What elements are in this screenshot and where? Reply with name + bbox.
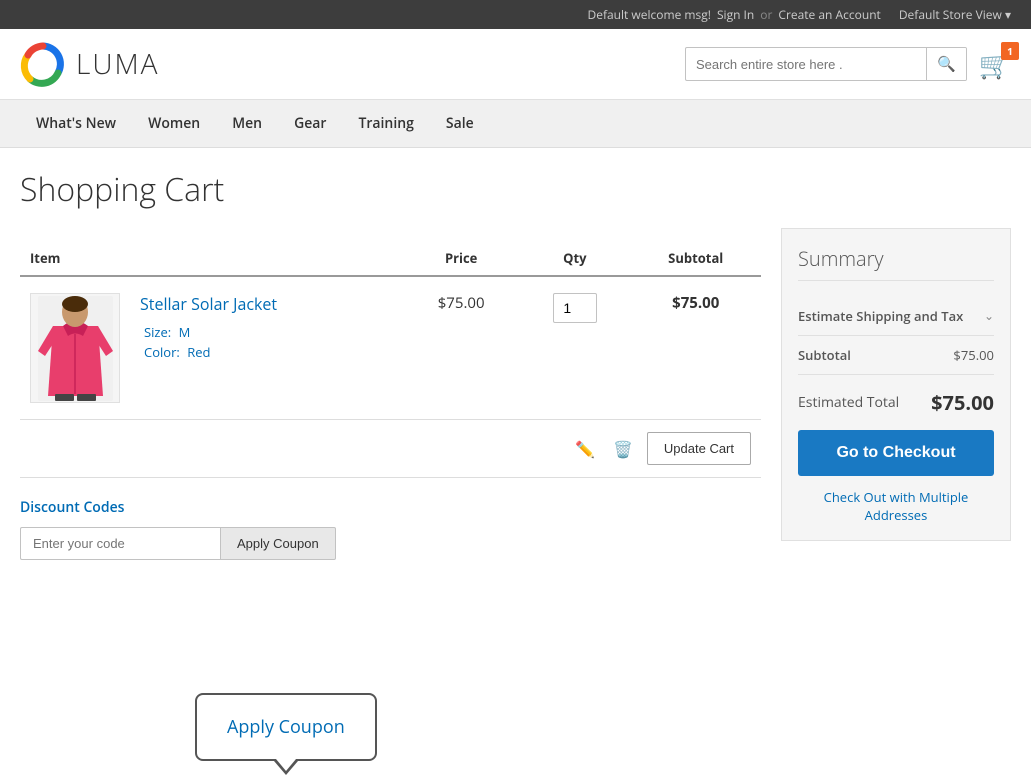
summary-panel: Summary Estimate Shipping and Tax ⌄ Subt… xyxy=(781,228,1011,541)
multi-address-link[interactable]: Check Out with Multiple Addresses xyxy=(798,488,994,524)
product-color: Color: Red xyxy=(140,343,393,361)
qty-input[interactable] xyxy=(553,293,597,323)
nav-item-gear[interactable]: Gear xyxy=(278,100,342,147)
jacket-svg xyxy=(33,296,118,401)
qty-col-header: Qty xyxy=(519,241,630,276)
table-row: Stellar Solar Jacket Size: M Color: Red … xyxy=(20,276,761,420)
summary-shipping-row[interactable]: Estimate Shipping and Tax ⌄ xyxy=(798,297,994,336)
discount-section: Discount Codes Apply Coupon xyxy=(20,498,761,560)
logo-area: LUMA xyxy=(20,41,159,87)
product-qty-cell xyxy=(519,276,630,420)
nav-item-men[interactable]: Men xyxy=(216,100,278,147)
page-title: Shopping Cart xyxy=(20,168,761,221)
search-input[interactable] xyxy=(686,57,926,72)
apply-coupon-tooltip: Apply Coupon xyxy=(195,693,377,761)
summary-subtotal-row: Subtotal $75.00 xyxy=(798,336,994,375)
total-label: Estimated Total xyxy=(798,393,899,412)
cart-table-header: Item Price Qty Subtotal xyxy=(20,241,761,276)
nav-item-women[interactable]: Women xyxy=(132,100,216,147)
or-separator: or xyxy=(760,6,772,23)
nav-item-whats-new[interactable]: What's New xyxy=(20,100,132,147)
product-image xyxy=(30,293,120,403)
update-cart-button[interactable]: Update Cart xyxy=(647,432,751,465)
nav-item-training[interactable]: Training xyxy=(342,100,429,147)
main-nav: What's New Women Men Gear Training Sale xyxy=(0,100,1031,148)
coupon-input[interactable] xyxy=(20,527,220,560)
cart-area: Shopping Cart Item Price Qty Subtotal xyxy=(20,168,761,560)
search-box: 🔍 xyxy=(685,47,967,81)
cart-icon-area[interactable]: 🛒 1 xyxy=(979,46,1011,82)
go-to-checkout-button[interactable]: Go to Checkout xyxy=(798,430,994,476)
header-right: 🔍 🛒 1 xyxy=(685,46,1011,82)
subtotal-label: Subtotal xyxy=(798,346,953,364)
cart-table-body: Stellar Solar Jacket Size: M Color: Red … xyxy=(20,276,761,420)
cart-table: Item Price Qty Subtotal xyxy=(20,241,761,420)
apply-coupon-button-bottom[interactable]: Apply Coupon xyxy=(220,527,336,560)
discount-form: Apply Coupon xyxy=(20,527,761,560)
product-image-cell xyxy=(20,276,130,420)
cart-actions: ✏️ 🗑️ Update Cart xyxy=(20,420,761,478)
delete-icon[interactable]: 🗑️ xyxy=(609,434,637,464)
sign-in-link[interactable]: Sign In xyxy=(717,6,754,23)
header: LUMA 🔍 🛒 1 xyxy=(0,29,1031,100)
product-subtotal-cell: $75.00 xyxy=(630,276,761,420)
logo-text: LUMA xyxy=(76,45,159,83)
price-col-header: Price xyxy=(403,241,519,276)
chevron-down-icon: ⌄ xyxy=(984,307,994,324)
tooltip-text: Apply Coupon xyxy=(227,715,345,739)
subtotal-value: $75.00 xyxy=(953,346,994,364)
welcome-message: Default welcome msg! xyxy=(588,6,711,23)
product-info-cell: Stellar Solar Jacket Size: M Color: Red xyxy=(130,276,403,420)
search-button[interactable]: 🔍 xyxy=(926,48,966,80)
product-name-link[interactable]: Stellar Solar Jacket xyxy=(140,293,393,315)
summary-title: Summary xyxy=(798,245,994,281)
main-content: Shopping Cart Item Price Qty Subtotal xyxy=(0,148,1031,600)
item-col-header: Item xyxy=(20,241,403,276)
total-value: $75.00 xyxy=(931,389,994,416)
nav-item-sale[interactable]: Sale xyxy=(430,100,490,147)
discount-codes-title[interactable]: Discount Codes xyxy=(20,498,761,517)
summary-total-row: Estimated Total $75.00 xyxy=(798,375,994,430)
edit-icon[interactable]: ✏️ xyxy=(571,434,599,464)
shipping-label: Estimate Shipping and Tax xyxy=(798,307,963,325)
top-bar: Default welcome msg! Sign In or Create a… xyxy=(0,0,1031,29)
subtotal-col-header: Subtotal xyxy=(630,241,761,276)
logo-icon xyxy=(20,41,66,87)
product-price-cell: $75.00 xyxy=(403,276,519,420)
store-view-dropdown-icon[interactable]: ▾ xyxy=(1005,6,1011,23)
store-view-label: Default Store View ▾ xyxy=(899,6,1011,23)
create-account-link[interactable]: Create an Account xyxy=(778,6,880,23)
cart-badge: 1 xyxy=(1001,42,1019,60)
product-size: Size: M xyxy=(140,323,393,341)
